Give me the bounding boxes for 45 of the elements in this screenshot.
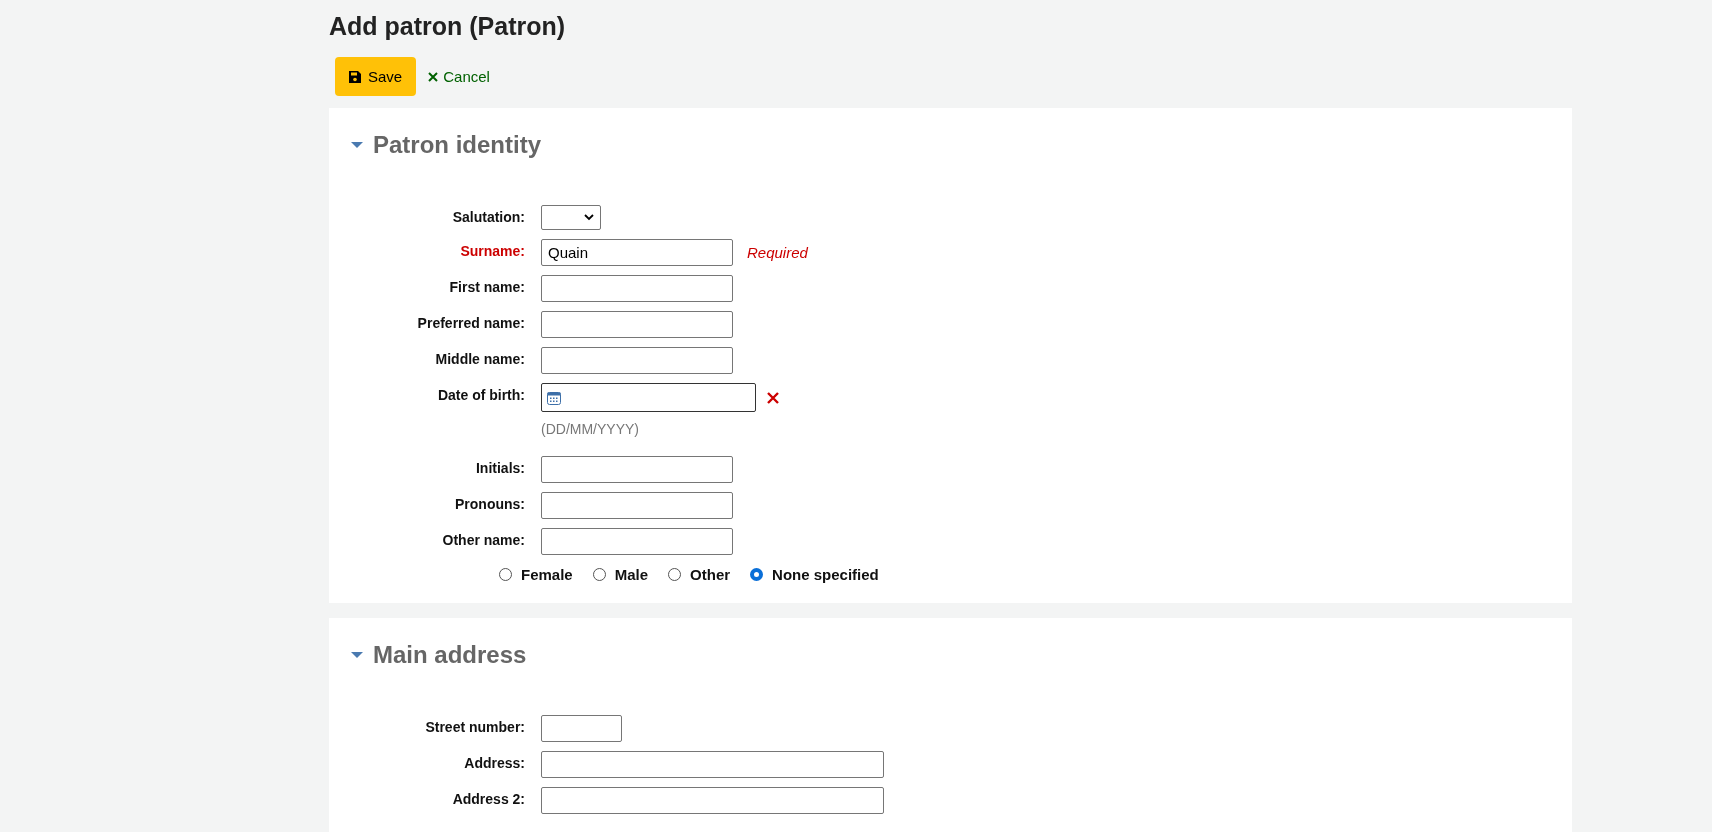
text-field[interactable] xyxy=(541,528,733,555)
field-label: Pronouns: xyxy=(455,495,525,514)
section-heading[interactable]: Patron identity xyxy=(351,130,541,160)
cancel-link[interactable]: Cancel xyxy=(428,68,490,85)
section-heading[interactable]: Main address xyxy=(351,640,527,670)
field-label: Address: xyxy=(464,754,525,773)
page-title: Add patron (Patron) xyxy=(329,11,567,41)
text-field[interactable] xyxy=(541,347,733,374)
field-label: Initials: xyxy=(476,459,525,478)
date-field[interactable] xyxy=(541,383,756,412)
text-field[interactable] xyxy=(541,492,733,519)
text-field[interactable] xyxy=(541,751,884,778)
text-field[interactable] xyxy=(541,456,733,483)
gender-radio[interactable]: Other xyxy=(668,566,731,583)
text-field[interactable] xyxy=(541,275,733,302)
text-field[interactable] xyxy=(541,715,622,742)
gender-radio[interactable]: Male xyxy=(592,566,649,583)
field-label: Other name: xyxy=(442,531,525,550)
caret-icon xyxy=(351,651,363,659)
text-field[interactable] xyxy=(541,787,884,814)
required-note: Required xyxy=(747,244,808,261)
gender-radio[interactable]: None specified xyxy=(750,566,879,583)
field-label: Surname: xyxy=(460,242,525,261)
text-field[interactable]: Quain xyxy=(541,239,733,266)
field-label: Street number: xyxy=(425,718,525,737)
field-label: Address 2: xyxy=(452,790,525,809)
radio-label: Other xyxy=(690,566,731,583)
field-label: First name: xyxy=(449,278,525,297)
field-label: Date of birth: xyxy=(437,386,525,405)
calendar-icon xyxy=(547,390,561,405)
gender-radio[interactable]: Female xyxy=(499,566,573,583)
save-button[interactable]: Save xyxy=(335,57,417,96)
field-label: Salutation: xyxy=(452,208,525,227)
radio-label: Female xyxy=(521,566,573,583)
date-format-hint: (DD/MM/YYYY) xyxy=(541,421,640,437)
text-field[interactable] xyxy=(541,311,733,338)
caret-icon xyxy=(351,141,363,149)
clear-icon[interactable] xyxy=(766,390,780,405)
radio-label: Male xyxy=(614,566,649,583)
chevron-down-icon xyxy=(584,214,594,221)
radio-label: None specified xyxy=(772,566,879,583)
salutation-dropdown[interactable] xyxy=(541,205,601,230)
field-label: Middle name: xyxy=(435,350,525,369)
field-label: Preferred name: xyxy=(417,314,525,333)
close-icon xyxy=(428,71,439,82)
